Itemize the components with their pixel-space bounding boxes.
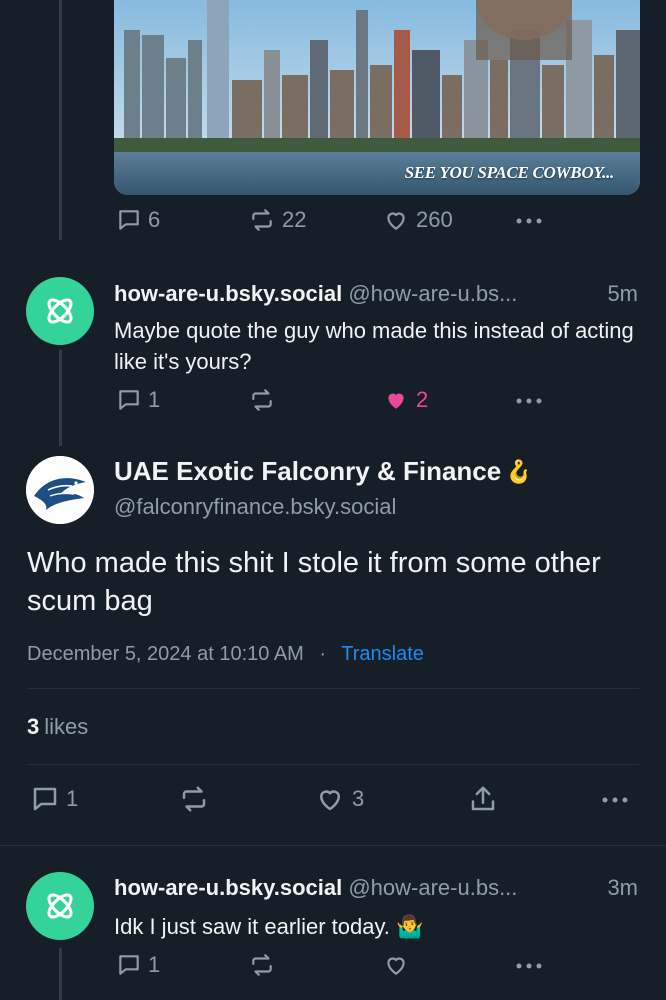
- falcon-emoji: 🪝: [505, 458, 533, 484]
- translate-link[interactable]: Translate: [341, 643, 424, 665]
- more-button[interactable]: [514, 956, 544, 976]
- like-button[interactable]: 2: [382, 387, 428, 413]
- atom-icon: [47, 893, 73, 919]
- heart-icon: [320, 790, 340, 811]
- main-actions: 1 3: [0, 784, 666, 824]
- author-name-text: UAE Exotic Falconry & Finance: [114, 456, 502, 486]
- avatar[interactable]: [26, 872, 94, 940]
- likes-summary[interactable]: 3 likes: [27, 714, 88, 740]
- likes-count: 3: [27, 714, 40, 739]
- like-button[interactable]: 260: [382, 207, 453, 233]
- repost-icon: [252, 209, 272, 231]
- post-timestamp: December 5, 2024 at 10:10 AM: [27, 643, 304, 665]
- more-button[interactable]: [514, 391, 544, 411]
- post-meta: December 5, 2024 at 10:10 AM · Translate: [27, 643, 424, 666]
- falcon-logo-icon: [26, 456, 94, 524]
- reply-count: 1: [148, 387, 161, 412]
- more-button[interactable]: [600, 790, 630, 810]
- author-name[interactable]: how-are-u.bsky.social: [114, 875, 342, 900]
- share-button[interactable]: [468, 784, 498, 814]
- reply-button[interactable]: 1: [116, 387, 160, 413]
- repost-button[interactable]: 22: [248, 207, 306, 233]
- repost-count: 22: [282, 207, 307, 232]
- author-handle[interactable]: @how-are-u.bs...: [348, 875, 517, 900]
- more-icon: [602, 797, 628, 803]
- post-actions-top: 6 22 260: [0, 207, 666, 247]
- reply-header: how-are-u.bsky.social @how-are-u.bs...: [114, 875, 517, 901]
- like-button[interactable]: [382, 952, 410, 978]
- reply2-actions: 1: [0, 952, 666, 992]
- meta-separator: ·: [319, 643, 327, 665]
- heart-icon: [387, 957, 405, 975]
- reply-count: 1: [66, 786, 79, 811]
- avatar[interactable]: [26, 456, 94, 524]
- post-image[interactable]: SEE YOU SPACE COWBOY...: [114, 0, 640, 195]
- reply-count: 1: [148, 952, 161, 977]
- atom-icon: [47, 298, 73, 324]
- heart-filled-icon: [388, 393, 404, 409]
- divider: [27, 764, 639, 765]
- image-caption: SEE YOU SPACE COWBOY...: [404, 163, 615, 182]
- reply-icon: [119, 210, 139, 230]
- repost-button[interactable]: [178, 784, 210, 814]
- reply-button[interactable]: 6: [116, 207, 160, 233]
- reply-icon: [119, 955, 139, 975]
- reply-button[interactable]: 1: [116, 952, 160, 978]
- like-count: 2: [416, 387, 429, 412]
- author-handle[interactable]: @falconryfinance.bsky.social: [114, 494, 396, 520]
- reply-icon: [119, 390, 139, 410]
- repost-icon: [252, 954, 272, 976]
- share-icon: [471, 786, 495, 811]
- repost-button[interactable]: [248, 387, 276, 413]
- thread-line-top: [59, 0, 62, 240]
- more-icon: [516, 963, 542, 969]
- author-handle[interactable]: @how-are-u.bs...: [348, 281, 517, 306]
- reply-button[interactable]: 1: [30, 784, 78, 814]
- reply-text: Idk I just saw it earlier today. 🤷‍♂️: [114, 914, 424, 939]
- post-time: 3m: [607, 875, 638, 900]
- reply-header: how-are-u.bsky.social @how-are-u.bs...: [114, 281, 517, 307]
- divider: [0, 845, 666, 846]
- reply-icon: [33, 787, 57, 811]
- like-button[interactable]: 3: [314, 784, 364, 814]
- divider: [27, 688, 639, 689]
- repost-icon: [182, 786, 206, 812]
- likes-label: likes: [44, 714, 89, 739]
- reply1-actions: 1 2: [0, 387, 666, 427]
- like-count: 260: [416, 207, 453, 232]
- post-text: Who made this shit I stole it from some …: [27, 547, 601, 617]
- author-name[interactable]: UAE Exotic Falconry & Finance 🪝: [114, 456, 533, 487]
- more-button[interactable]: [514, 211, 544, 231]
- more-icon: [516, 218, 542, 224]
- heart-icon: [387, 212, 405, 230]
- author-name[interactable]: how-are-u.bsky.social: [114, 281, 342, 306]
- more-icon: [516, 398, 542, 404]
- like-count: 3: [352, 786, 365, 811]
- reply-count: 6: [148, 207, 161, 232]
- repost-button[interactable]: [248, 952, 276, 978]
- reply-text: Maybe quote the guy who made this instea…: [114, 318, 634, 374]
- avatar[interactable]: [26, 277, 94, 345]
- repost-icon: [252, 389, 272, 411]
- post-time: 5m: [607, 281, 638, 306]
